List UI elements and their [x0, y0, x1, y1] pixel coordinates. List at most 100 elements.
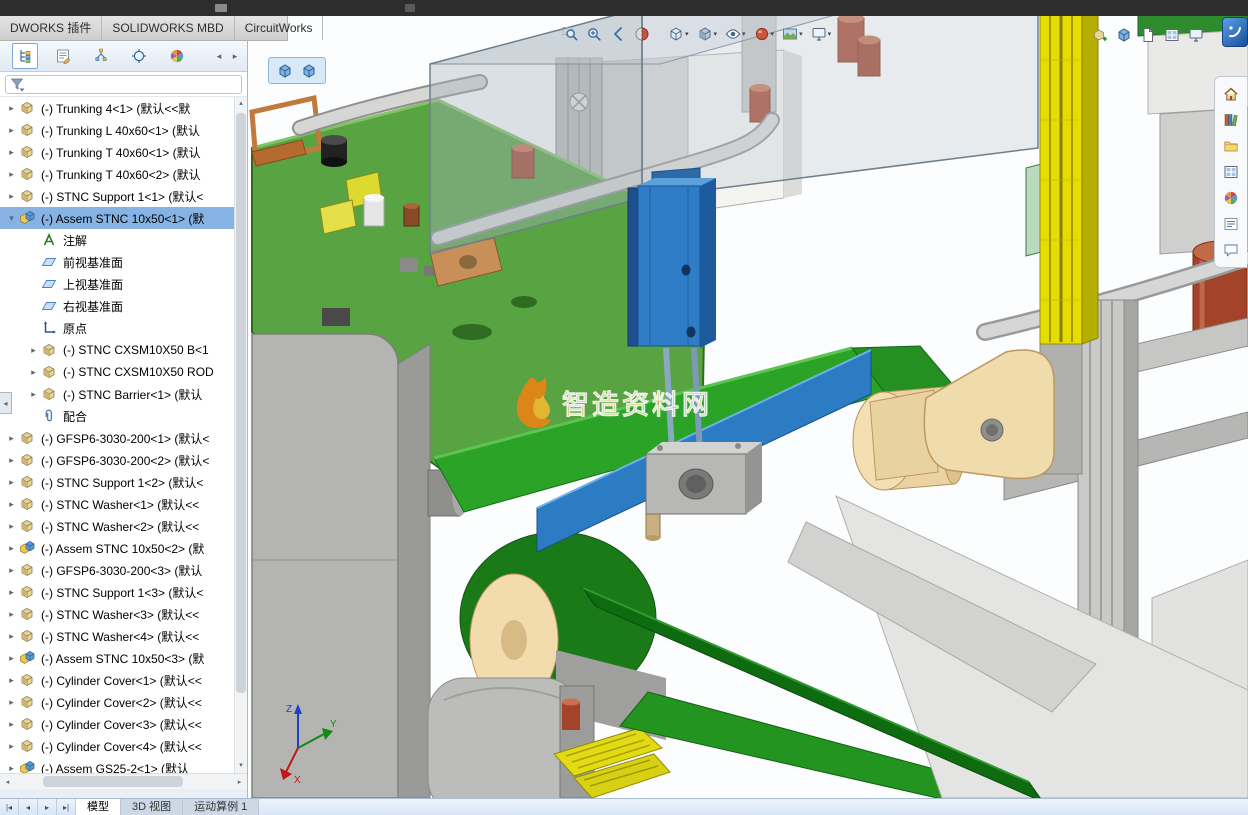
tree-item[interactable]: 配合	[0, 405, 234, 427]
expand-arrow-icon[interactable]: ▸	[4, 455, 19, 466]
open-subassembly-button[interactable]	[299, 61, 319, 81]
vertical-scroll-thumb[interactable]	[236, 113, 246, 693]
expand-arrow-icon[interactable]: ▸	[4, 609, 19, 620]
tree-item[interactable]: 上视基准面	[0, 273, 234, 295]
screen-capture-button[interactable]	[1186, 25, 1206, 45]
display-manager-tab[interactable]	[164, 43, 190, 69]
tree-item[interactable]: 右视基准面	[0, 295, 234, 317]
previous-view-button[interactable]	[608, 24, 628, 44]
tree-item[interactable]: ▸ (-) STNC CXSM10X50 B<1	[0, 339, 234, 361]
expand-arrow-icon[interactable]: ▸	[4, 103, 19, 114]
tree-item[interactable]: 原点	[0, 317, 234, 339]
expand-arrow-icon[interactable]: ▾	[4, 213, 19, 224]
tree-item[interactable]: ▸ (-) STNC CXSM10X50 ROD	[0, 361, 234, 383]
tree-item[interactable]: ▸ (-) Trunking L 40x60<1> (默认	[0, 119, 234, 141]
view-orientation-button[interactable]: ▾	[666, 24, 691, 44]
expand-arrow-icon[interactable]: ▸	[4, 631, 19, 642]
tree-item[interactable]: ▸ (-) STNC Washer<1> (默认<<	[0, 493, 234, 515]
panel-tabs-scroll-left[interactable]: ◂	[213, 51, 225, 62]
tree-item[interactable]: ▸ (-) Trunking T 40x60<1> (默认	[0, 141, 234, 163]
expand-arrow-icon[interactable]: ▸	[4, 125, 19, 136]
expand-arrow-icon[interactable]: ▸	[4, 169, 19, 180]
ribbon-tab[interactable]: SOLIDWORKS MBD	[102, 16, 235, 40]
zoom-to-area-button[interactable]	[584, 24, 604, 44]
document-tab[interactable]: 3D 视图	[121, 799, 184, 815]
scroll-up-icon[interactable]: ▴	[235, 97, 247, 111]
tree-item[interactable]: ▸ (-) STNC Support 1<3> (默认<	[0, 581, 234, 603]
tree-filter-input[interactable]	[5, 74, 242, 94]
expand-arrow-icon[interactable]: ▸	[26, 367, 41, 378]
component-preview-button[interactable]	[1114, 25, 1134, 45]
tree-item[interactable]: ▸ (-) Cylinder Cover<2> (默认<<	[0, 691, 234, 713]
tree-item[interactable]: ▸ (-) GFSP6-3030-200<3> (默认	[0, 559, 234, 581]
tree-item[interactable]: ▸ (-) STNC Washer<2> (默认<<	[0, 515, 234, 537]
doc-tab-scroll-first[interactable]: |◂	[0, 799, 19, 815]
tree-item[interactable]: ▸ (-) STNC Washer<3> (默认<<	[0, 603, 234, 625]
view-settings-button[interactable]: ▾	[809, 24, 834, 44]
expand-arrow-icon[interactable]: ▸	[4, 521, 19, 532]
hide-show-items-button[interactable]: ▾	[723, 24, 748, 44]
expand-arrow-icon[interactable]: ▸	[4, 543, 19, 554]
expand-arrow-icon[interactable]: ▸	[4, 147, 19, 158]
tree-item[interactable]: 注解	[0, 229, 234, 251]
expand-arrow-icon[interactable]: ▸	[4, 565, 19, 576]
expand-arrow-icon[interactable]: ▸	[26, 389, 41, 400]
expand-arrow-icon[interactable]: ▸	[4, 653, 19, 664]
tree-item[interactable]: ▸ (-) Assem STNC 10x50<3> (默	[0, 647, 234, 669]
expand-arrow-icon[interactable]: ▸	[4, 587, 19, 598]
horizontal-scroll-thumb[interactable]	[43, 776, 183, 787]
expand-arrow-icon[interactable]: ▸	[4, 477, 19, 488]
tree-item[interactable]: ▸ (-) Cylinder Cover<3> (默认<<	[0, 713, 234, 735]
tree-horizontal-scrollbar[interactable]: ◂ ▸	[0, 773, 247, 789]
section-view-button[interactable]	[632, 24, 652, 44]
view-palette-tab[interactable]	[1215, 159, 1247, 185]
expand-arrow-icon[interactable]: ▸	[4, 499, 19, 510]
design-library-tab[interactable]	[1215, 107, 1247, 133]
tree-item[interactable]: ▸ (-) STNC Support 1<2> (默认<	[0, 471, 234, 493]
edit-appearance-button[interactable]: ▾	[752, 24, 777, 44]
solidworks-forum-tab[interactable]	[1215, 237, 1247, 263]
tree-item[interactable]: ▸ (-) Cylinder Cover<4> (默认<<	[0, 735, 234, 757]
scroll-down-icon[interactable]: ▾	[235, 759, 247, 773]
expand-arrow-icon[interactable]: ▸	[4, 697, 19, 708]
featuremanager-tree-tab[interactable]	[12, 43, 38, 69]
panel-tabs-scroll-right[interactable]: ▸	[229, 51, 241, 62]
expand-arrow-icon[interactable]: ▸	[4, 675, 19, 686]
expand-arrow-icon[interactable]: ▸	[4, 741, 19, 752]
document-tab[interactable]: 运动算例 1	[183, 799, 260, 815]
tree-vertical-scrollbar[interactable]: ▴ ▾	[234, 97, 247, 773]
tree-item[interactable]: 前视基准面	[0, 251, 234, 273]
zoom-to-fit-button[interactable]	[560, 24, 580, 44]
configuration-manager-tab[interactable]	[88, 43, 114, 69]
doc-tab-scroll-last[interactable]: ▸|	[57, 799, 76, 815]
apply-scene-button[interactable]: ▾	[780, 24, 805, 44]
expand-arrow-icon[interactable]: ▸	[4, 433, 19, 444]
appearances-scenes-tab[interactable]	[1215, 185, 1247, 211]
tree-item[interactable]: ▸ (-) STNC Support 1<1> (默认<	[0, 185, 234, 207]
tree-item[interactable]: ▸ (-) GFSP6-3030-200<2> (默认<	[0, 449, 234, 471]
scroll-left-icon[interactable]: ◂	[0, 778, 15, 786]
expand-arrow-icon[interactable]: ▸	[4, 719, 19, 730]
display-style-button[interactable]: ▾	[695, 24, 720, 44]
property-manager-tab[interactable]	[50, 43, 76, 69]
ribbon-tab[interactable]: CircuitWorks	[235, 16, 324, 40]
expand-arrow-icon[interactable]: ▸	[4, 191, 19, 202]
tree-item[interactable]: ▸ (-) Cylinder Cover<1> (默认<<	[0, 669, 234, 691]
tree-item[interactable]: ▸ (-) Assem GS25-2<1> (默认	[0, 757, 234, 773]
custom-properties-tab[interactable]	[1215, 211, 1247, 237]
document-tab[interactable]: 模型	[76, 799, 121, 815]
new-sheet-button[interactable]	[1138, 25, 1158, 45]
tree-item[interactable]: ▸ (-) Trunking T 40x60<2> (默认	[0, 163, 234, 185]
tree-item[interactable]: ▸ (-) Trunking 4<1> (默认<<默	[0, 97, 234, 119]
expand-arrow-icon[interactable]: ▸	[4, 763, 19, 774]
panel-collapse-button[interactable]: ◂	[0, 392, 12, 414]
select-subassembly-button[interactable]	[275, 61, 295, 81]
tree-item[interactable]: ▸ (-) Assem STNC 10x50<2> (默	[0, 537, 234, 559]
file-explorer-tab[interactable]	[1215, 133, 1247, 159]
scroll-right-icon[interactable]: ▸	[232, 778, 247, 786]
tree-item[interactable]: ▾ (-) Assem STNC 10x50<1> (默	[0, 207, 234, 229]
tree-item[interactable]: ▸ (-) STNC Washer<4> (默认<<	[0, 625, 234, 647]
view-palette-tool-button[interactable]	[1162, 25, 1182, 45]
expand-arrow-icon[interactable]: ▸	[26, 345, 41, 356]
3d-model-view[interactable]: 智造资料网 Z Y X	[249, 16, 1248, 798]
